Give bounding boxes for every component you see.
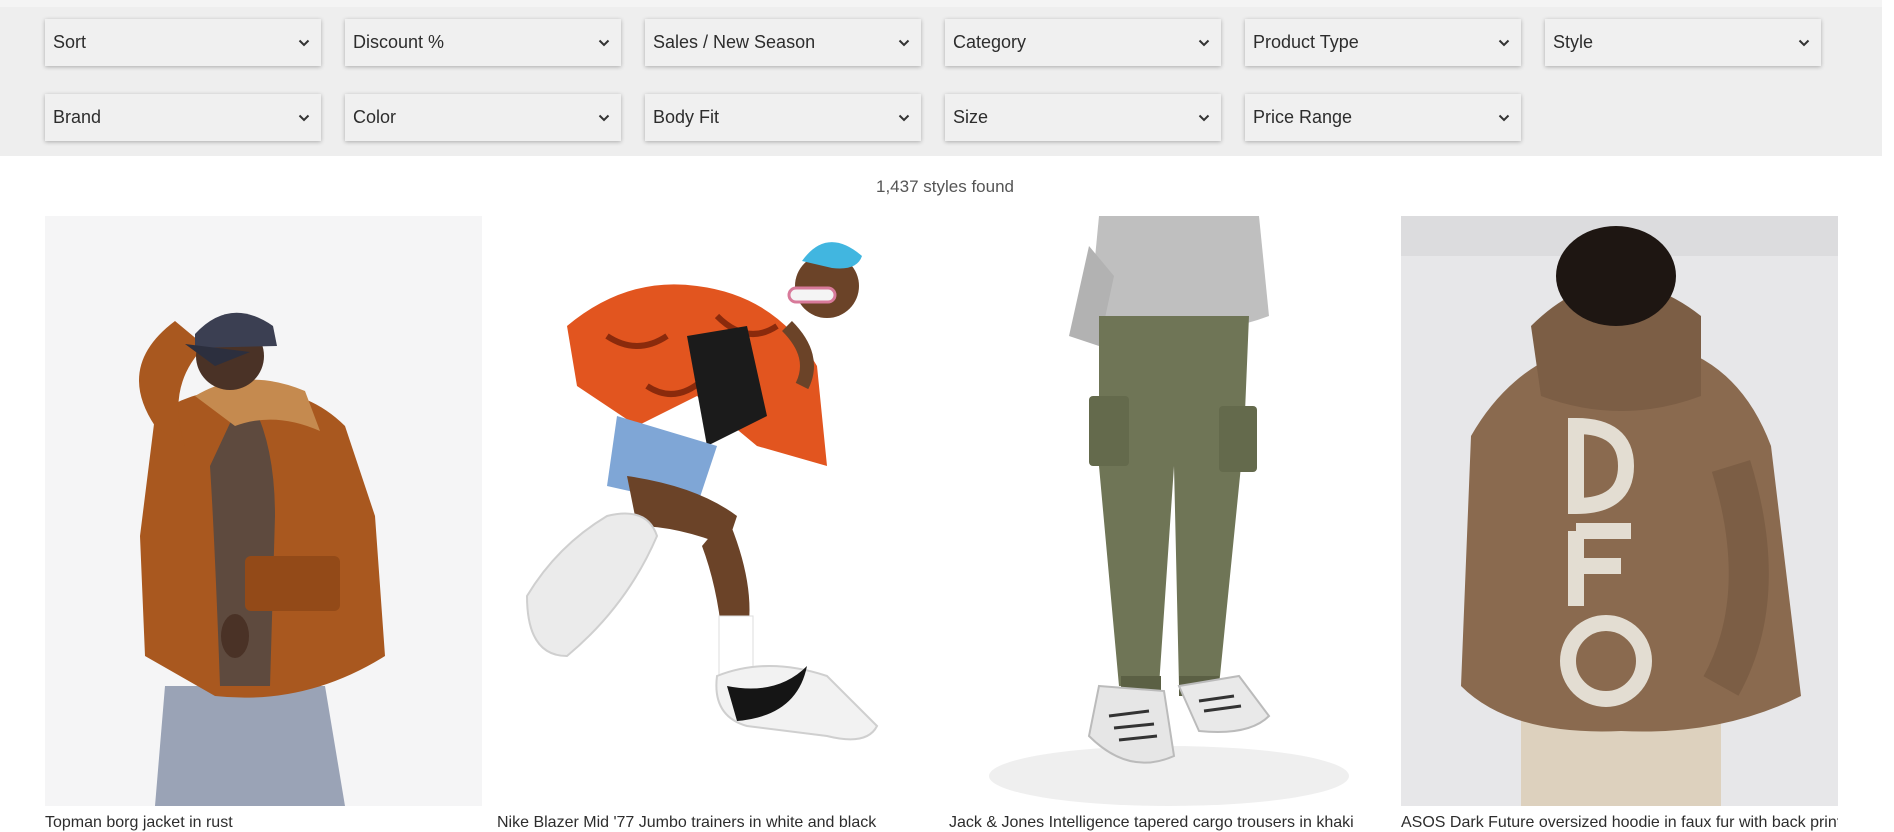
size-dropdown-label: Size bbox=[953, 107, 989, 127]
category-dropdown[interactable]: Category bbox=[945, 19, 1221, 66]
chevron-down-icon bbox=[296, 35, 312, 51]
discount-dropdown[interactable]: Discount % bbox=[345, 19, 621, 66]
product-card[interactable]: Topman borg jacket in rust bbox=[45, 216, 482, 831]
chevron-down-icon bbox=[1196, 110, 1212, 126]
chevron-down-icon bbox=[596, 110, 612, 126]
product-card[interactable]: Nike Blazer Mid '77 Jumbo trainers in wh… bbox=[497, 216, 934, 831]
product-image[interactable] bbox=[497, 216, 934, 806]
discount-dropdown-label: Discount % bbox=[353, 32, 445, 52]
filter-row-2: Brand Color Body Fit Size Price Range bbox=[45, 94, 1521, 141]
body-fit-dropdown[interactable]: Body Fit bbox=[645, 94, 921, 141]
product-image[interactable] bbox=[45, 216, 482, 806]
sort-dropdown-label: Sort bbox=[53, 32, 87, 52]
product-name[interactable]: ASOS Dark Future oversized hoodie in fau… bbox=[1401, 814, 1838, 832]
category-dropdown-label: Category bbox=[953, 32, 1027, 52]
sales-new-season-dropdown[interactable]: Sales / New Season bbox=[645, 19, 921, 66]
chevron-down-icon bbox=[896, 35, 912, 51]
sort-dropdown[interactable]: Sort bbox=[45, 19, 321, 66]
color-dropdown-label: Color bbox=[353, 107, 397, 127]
product-image[interactable] bbox=[1401, 216, 1838, 806]
chevron-down-icon bbox=[1496, 110, 1512, 126]
size-dropdown[interactable]: Size bbox=[945, 94, 1221, 141]
brand-dropdown-label: Brand bbox=[53, 107, 102, 127]
product-card[interactable]: ASOS Dark Future oversized hoodie in fau… bbox=[1401, 216, 1838, 831]
chevron-down-icon bbox=[1796, 35, 1812, 51]
body-fit-dropdown-label: Body Fit bbox=[653, 107, 720, 127]
results-count: 1,437 styles found bbox=[876, 177, 1014, 196]
price-range-dropdown[interactable]: Price Range bbox=[1245, 94, 1521, 141]
brand-dropdown[interactable]: Brand bbox=[45, 94, 321, 141]
product-card[interactable]: Jack & Jones Intelligence tapered cargo … bbox=[949, 216, 1386, 831]
filter-row-1: Sort Discount % Sales / New Season Categ… bbox=[45, 19, 1821, 66]
price-range-dropdown-label: Price Range bbox=[1253, 107, 1353, 127]
product-name[interactable]: Nike Blazer Mid '77 Jumbo trainers in wh… bbox=[497, 814, 934, 832]
style-dropdown[interactable]: Style bbox=[1545, 19, 1821, 66]
style-dropdown-label: Style bbox=[1553, 32, 1594, 52]
color-dropdown[interactable]: Color bbox=[345, 94, 621, 141]
chevron-down-icon bbox=[896, 110, 912, 126]
product-image[interactable] bbox=[949, 216, 1386, 806]
chevron-down-icon bbox=[296, 110, 312, 126]
product-name[interactable]: Topman borg jacket in rust bbox=[45, 814, 482, 832]
chevron-down-icon bbox=[1496, 35, 1512, 51]
product-name[interactable]: Jack & Jones Intelligence tapered cargo … bbox=[949, 814, 1386, 832]
product-type-dropdown-label: Product Type bbox=[1253, 32, 1359, 52]
filter-panel: Sort Discount % Sales / New Season Categ… bbox=[0, 7, 1882, 156]
chevron-down-icon bbox=[596, 35, 612, 51]
chevron-down-icon bbox=[1196, 35, 1212, 51]
sales-new-season-dropdown-label: Sales / New Season bbox=[653, 32, 816, 52]
product-type-dropdown[interactable]: Product Type bbox=[1245, 19, 1521, 66]
